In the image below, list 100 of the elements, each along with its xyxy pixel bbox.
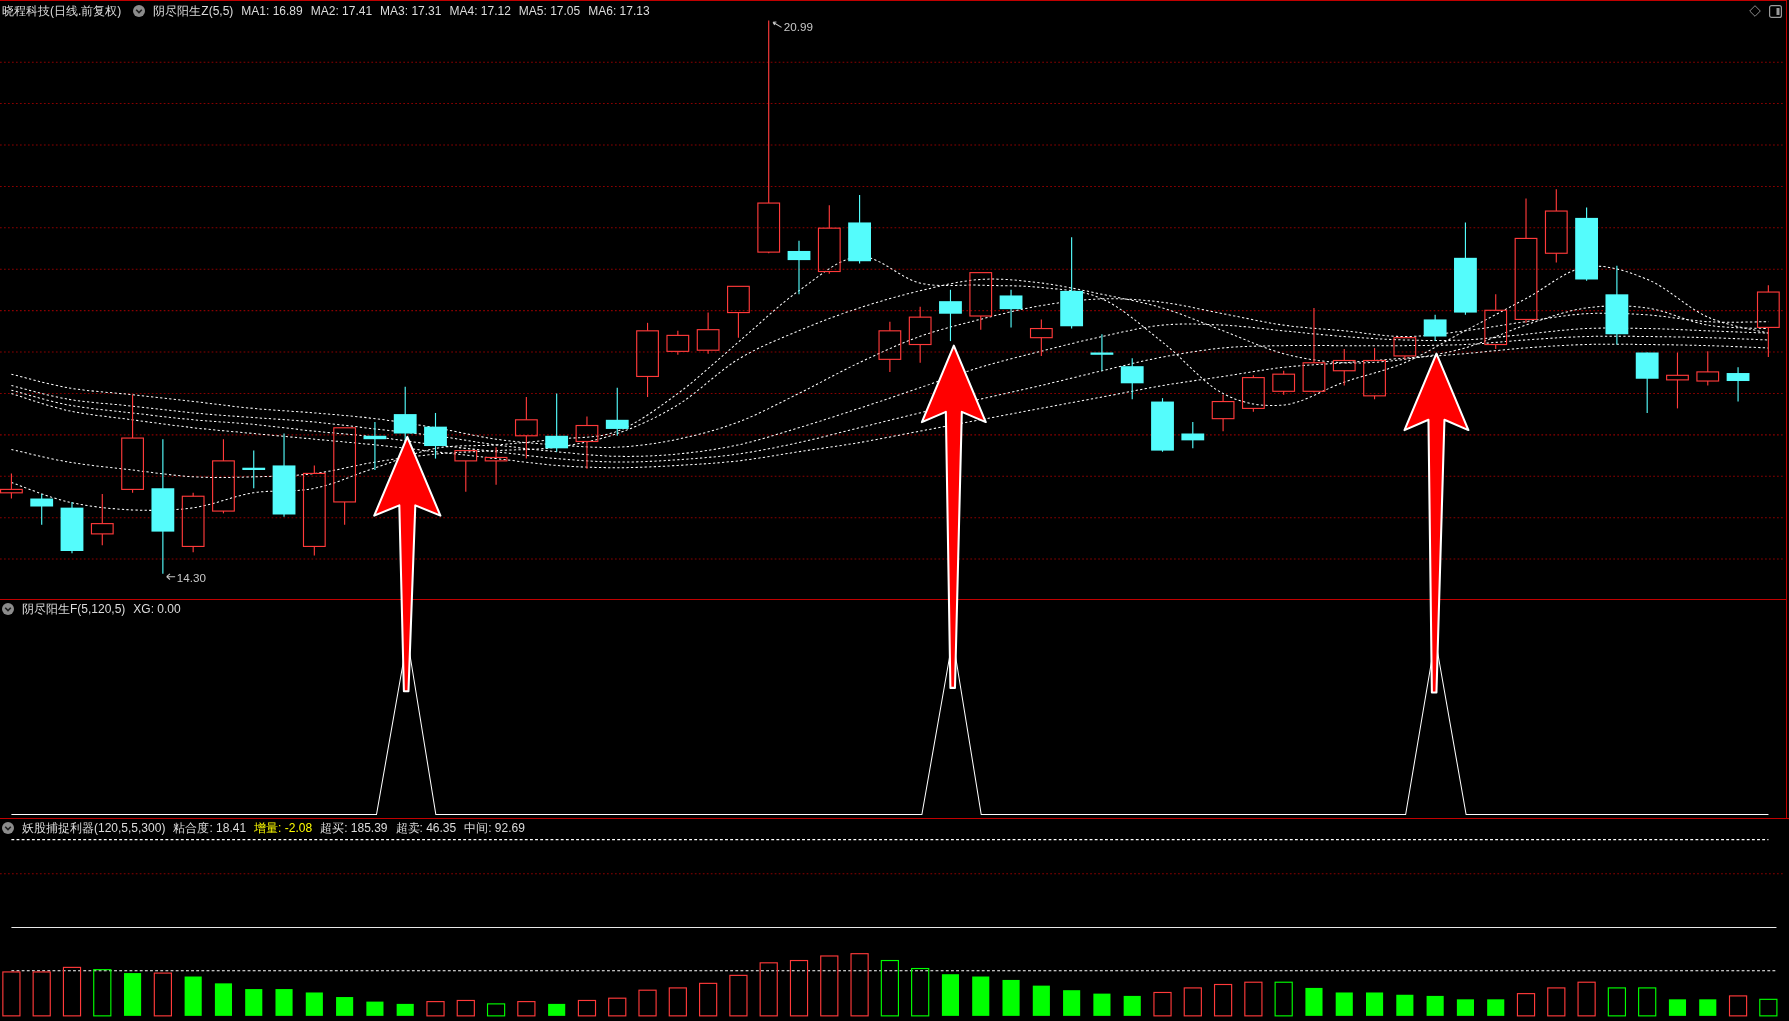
candle [1181,421,1205,449]
indicator-value: MA4: 17.12 [449,5,511,17]
indicator-bar [1668,999,1687,1016]
candle [817,204,841,275]
indicator-value: 超卖: 46.35 [395,822,457,834]
indicator-value: MA1: 16.89 [241,5,303,17]
indicator-bar [941,974,959,1016]
indicator-bar [62,966,82,1017]
candle [484,446,508,486]
chevron-down-icon[interactable] [2,822,14,834]
indicator-bar [1759,998,1778,1017]
candle [908,306,932,364]
candle [545,393,569,453]
candle [575,415,599,470]
candle [696,312,720,355]
indicator-bar [245,989,263,1016]
candle [1151,397,1174,453]
indicator-bar [1183,987,1202,1017]
indicator-value: 粘合度: 18.41 [173,822,247,834]
candle [666,330,690,356]
indicator-bar [1577,981,1596,1017]
indicator-bar [93,969,112,1017]
candle [30,493,54,526]
indicator-bar [880,959,899,1017]
chevron-down-icon[interactable] [133,5,146,17]
candle [0,472,23,500]
indicator-bar [1305,987,1323,1016]
candle [1696,350,1720,387]
indicator-name: 阴尽阳生F(5,120,5) [22,603,126,615]
indicator-bar [1063,990,1081,1016]
indicator-bar [729,974,748,1017]
indicator-bar [911,967,930,1017]
indicator-bar [1274,981,1293,1017]
indicator-bar [1396,994,1414,1016]
indicator-bar [1426,995,1444,1016]
indicator-bar [396,1003,414,1016]
indicator-value: MA5: 17.05 [518,5,581,17]
indicator-bar [850,953,869,1017]
indicator-bar [1002,979,1020,1016]
indicator-bar [366,1001,384,1016]
indicator-bar [577,999,597,1017]
candle [1029,318,1053,357]
indicator-bar [972,976,990,1016]
panel-toggle-icon[interactable] [1769,4,1782,18]
indicator-value: MA3: 17.31 [380,5,442,17]
candle [939,289,962,342]
candle [605,387,629,437]
indicator-bar [214,983,232,1016]
indicator-bar [759,962,778,1017]
indicator-bar [1123,995,1141,1016]
candle [787,240,811,295]
indicator-bar [275,989,293,1016]
indicator-value: 增量: -2.08 [254,822,313,834]
indicator-bar [1699,999,1717,1016]
indicator-bar [699,982,718,1017]
indicator-bar [1213,983,1233,1017]
candle [514,396,538,460]
indicator-bar [32,971,51,1017]
indicator-bar [1153,991,1172,1017]
indicator-bar [1728,995,1748,1017]
candle [727,285,750,339]
indicator-bar [789,959,809,1017]
candle [1393,337,1417,360]
candle [424,412,447,460]
indicator-bar [1487,999,1505,1016]
candle [1726,366,1750,403]
candle [1666,351,1689,409]
chevron-down-icon[interactable] [2,603,14,615]
indicator-bar [336,997,354,1016]
indicator-value: XG: 0.00 [133,603,181,615]
indicator-bar [1366,992,1384,1016]
indicator-bar [1607,987,1626,1017]
indicator-bar [1516,993,1536,1017]
indicator-bar [305,992,323,1016]
candle [848,194,871,265]
diamond-icon[interactable] [1749,5,1761,17]
stock-title: 晓程科技(日线.前复权) [2,5,122,17]
indicator-name: 阴尽阳生Z(5,5) [153,5,234,17]
indicator-bar [1638,987,1657,1017]
candle [1241,374,1265,413]
indicator-bar [1547,987,1566,1017]
candle [969,272,993,331]
candle [1332,348,1356,387]
indicator-bar [153,972,172,1017]
candle [90,493,114,546]
indicator-bar [426,1001,445,1017]
indicator-bar [517,1001,536,1017]
indicator-name: 妖股捕捉利器(120,5,5,300) [22,822,166,834]
arrow-icon [166,573,176,581]
indicator-value: MA2: 17.41 [310,5,373,17]
candle [1363,347,1386,400]
indicator-bar [608,997,627,1017]
candle [1484,293,1508,350]
candle [1635,351,1659,414]
arrow-icon [772,21,783,28]
indicator-bar [668,987,687,1017]
candle [363,421,387,471]
indicator-bar [1456,999,1474,1016]
price-label: 20.99 [783,19,813,33]
candle [1211,394,1235,432]
